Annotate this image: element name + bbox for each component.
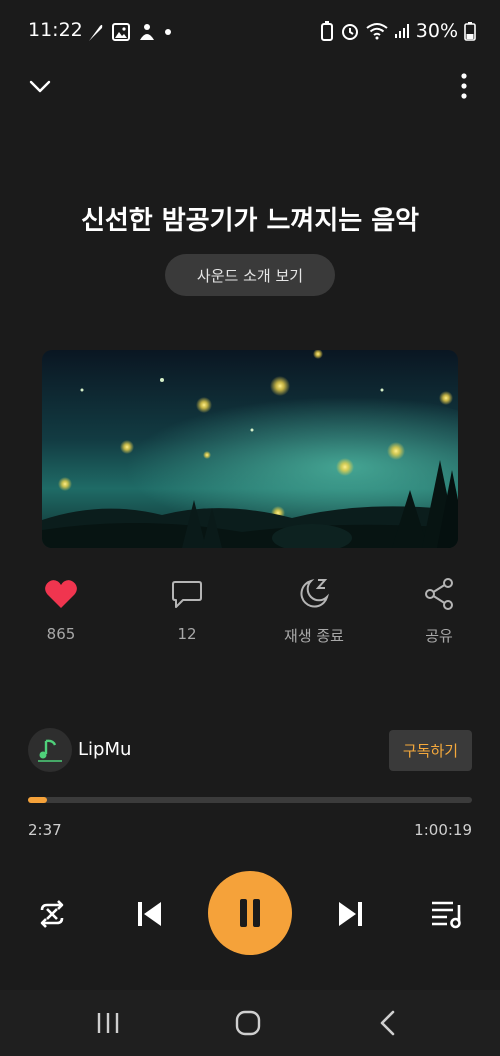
pause-icon — [240, 899, 260, 927]
comment-button[interactable]: 12 — [137, 575, 237, 643]
back-button[interactable] — [368, 1008, 408, 1038]
current-time: 2:37 — [28, 821, 62, 839]
like-count: 865 — [46, 625, 76, 643]
playlist-button[interactable] — [428, 896, 466, 932]
action-row: 865 12 재생 종료 공유 — [0, 575, 500, 645]
notification-icons — [86, 22, 172, 42]
comment-count: 12 — [177, 625, 197, 643]
status-time: 11:22 — [28, 19, 83, 41]
share-button[interactable]: 공유 — [389, 575, 489, 646]
progress-bar[interactable] — [28, 797, 472, 803]
subscribe-button[interactable]: 구독하기 — [389, 730, 472, 771]
player-screen: 11:22 30% 신선한 밤공기가 느껴지는 음악 사운드 소개 보기 865… — [0, 0, 500, 1056]
moon-sleep-icon — [300, 579, 329, 608]
playlist-icon — [432, 901, 461, 929]
sleep-timer-label: 재생 종료 — [284, 627, 344, 645]
skip-previous-icon — [138, 902, 161, 926]
share-label: 공유 — [425, 627, 453, 645]
total-time: 1:00:19 — [414, 821, 472, 839]
track-title: 신선한 밤공기가 느껴지는 음악 — [80, 206, 420, 236]
like-button[interactable]: 865 — [11, 575, 111, 643]
dot-icon — [165, 29, 171, 35]
channel-name[interactable]: LipMu — [78, 739, 131, 760]
share-icon — [425, 578, 453, 610]
home-button[interactable] — [228, 1008, 268, 1038]
battery-level: 30% — [415, 20, 458, 42]
pause-button[interactable] — [208, 871, 292, 955]
status-right: 30% — [320, 20, 476, 42]
collapse-button[interactable] — [26, 72, 54, 100]
previous-button[interactable] — [133, 896, 167, 932]
status-bar: 11:22 30% — [0, 0, 500, 62]
next-button[interactable] — [333, 896, 367, 932]
alarm-icon — [341, 24, 358, 40]
lipmu-logo-icon — [38, 739, 62, 762]
more-vertical-icon — [461, 73, 467, 99]
home-icon — [235, 1010, 261, 1036]
heart-icon — [45, 580, 77, 608]
skip-next-icon — [339, 902, 362, 926]
comment-icon — [172, 581, 202, 608]
recent-apps-icon — [97, 1013, 119, 1033]
sound-intro-button[interactable]: 사운드 소개 보기 — [165, 254, 335, 296]
sleep-timer-button[interactable]: 재생 종료 — [264, 575, 364, 646]
image-icon — [112, 23, 130, 41]
more-options-button[interactable] — [456, 72, 472, 100]
feather-icon — [89, 24, 103, 41]
system-navigation-bar — [0, 990, 500, 1056]
back-chevron-icon — [380, 1010, 395, 1036]
app-notification-icon — [140, 24, 154, 40]
battery-saver-icon — [320, 21, 333, 41]
wifi-icon — [366, 23, 388, 40]
battery-charging-icon — [464, 22, 476, 41]
signal-icon — [394, 24, 409, 38]
album-artwork — [42, 350, 458, 548]
channel-avatar[interactable] — [28, 728, 72, 772]
repeat-button[interactable] — [33, 895, 71, 933]
recent-apps-button[interactable] — [88, 1008, 128, 1038]
progress-fill — [28, 797, 48, 803]
repeat-icon — [40, 900, 64, 928]
night-forest-fireflies-image — [42, 350, 458, 548]
chevron-down-icon — [29, 80, 51, 93]
